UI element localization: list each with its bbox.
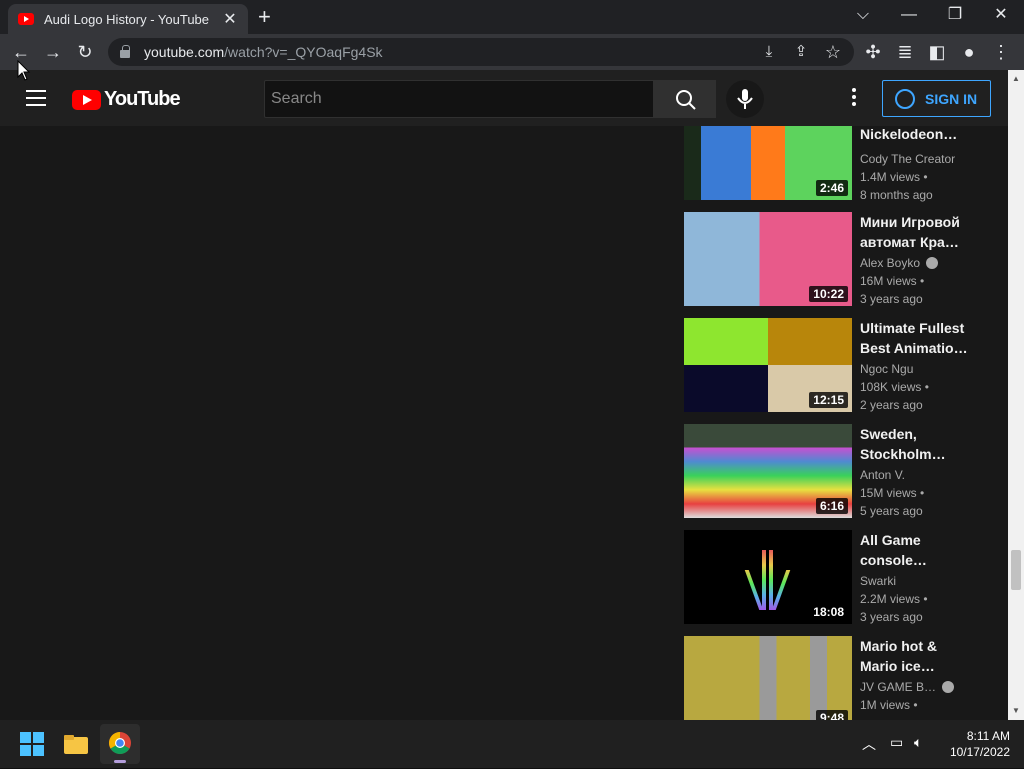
view-count: 1M views • <box>860 698 918 712</box>
minimize-button[interactable]: — <box>886 4 932 26</box>
video-thumbnail[interactable]: 12:15 <box>684 318 852 412</box>
view-count: 15M views • <box>860 486 925 500</box>
close-tab-icon[interactable]: ✕ <box>222 9 238 29</box>
system-clock[interactable]: 8:11 AM 10/17/2022 <box>940 728 1010 760</box>
list-item[interactable]: 6:16 Sweden, Stockholm… Anton V. 15M view… <box>684 424 1004 522</box>
channel-name: Alex Boyko <box>860 256 939 270</box>
install-app-icon[interactable]: ⤓ <box>758 41 780 63</box>
tab-title: Audi Logo History - YouTube <box>44 11 210 27</box>
list-item[interactable]: 12:15 Ultimate Fullest Best Animatio… Ngo… <box>684 318 1004 416</box>
video-title: Ultimate Fullest Best Animatio… <box>860 320 968 356</box>
page-scrollbar[interactable]: ▲ ▼ <box>1008 70 1024 720</box>
verified-icon <box>926 257 939 269</box>
video-thumbnail[interactable]: 6:16 <box>684 424 852 518</box>
lock-icon <box>120 45 130 58</box>
youtube-page: YouTube Search SIGN IN 2:46 Nickelodeon…… <box>0 70 1008 720</box>
channel-name: Swarki <box>860 574 897 588</box>
show-hidden-icons-chevron-icon[interactable]: ︿ <box>862 734 876 754</box>
channel-name: Anton V. <box>860 468 905 482</box>
chrome-menu-icon[interactable]: ⋮ <box>990 41 1012 63</box>
youtube-wordmark: YouTube <box>104 88 181 110</box>
youtube-favicon-icon <box>18 13 34 25</box>
menu-icon[interactable] <box>26 90 46 106</box>
upload-age: 8 months ago <box>860 188 933 202</box>
upload-age: 3 years ago <box>860 292 923 306</box>
video-duration: 6:16 <box>815 498 848 514</box>
share-icon[interactable]: ⇪ <box>790 41 812 63</box>
microphone-icon <box>737 89 753 109</box>
youtube-play-icon <box>72 89 101 110</box>
sign-in-label: SIGN IN <box>925 90 978 107</box>
windows-taskbar: ︿ ▭ 🔈︎ 8:11 AM 10/17/2022 <box>0 720 1024 768</box>
bookmark-star-icon[interactable]: ☆ <box>822 41 844 63</box>
upload-age: 2 years ago <box>860 398 923 412</box>
view-count: 1.4M views • <box>860 170 928 184</box>
channel-name: Cody The Creator <box>860 152 956 166</box>
settings-menu-icon[interactable] <box>844 88 864 108</box>
clock-date: 10/17/2022 <box>949 745 1010 759</box>
volume-icon[interactable]: 🔈︎ <box>914 734 922 751</box>
tab-strip: Audi Logo History - YouTube ✕ + ⌵ — ❐ ✕ <box>0 0 1024 34</box>
url-path: /watch?v=_QYOaqFg4Sk <box>224 44 383 60</box>
video-duration: 9:48 <box>815 710 848 720</box>
video-title: Sweden, Stockholm… <box>860 426 946 462</box>
restore-button[interactable]: ❐ <box>932 4 978 26</box>
scrollbar-thumb[interactable] <box>1011 550 1021 590</box>
tab-search-chevron-icon[interactable]: ⌵ <box>840 4 886 26</box>
extensions-icon[interactable]: ✣ <box>862 41 884 63</box>
view-count: 16M views • <box>860 274 925 288</box>
channel-name: Ngoc Ngu <box>860 362 914 376</box>
video-title: Mario hot & Mario ice… <box>860 638 937 674</box>
youtube-header: YouTube Search SIGN IN <box>0 70 1008 126</box>
channel-name: JV GAME B… <box>860 680 955 694</box>
search-button[interactable] <box>654 80 716 118</box>
side-panel-icon[interactable]: ◧ <box>926 41 948 63</box>
upload-age: 3 years ago <box>860 610 923 624</box>
file-explorer-icon[interactable] <box>60 728 92 760</box>
list-item[interactable]: 2:46 Nickelodeon… Cody The Creator 1.4M … <box>684 122 1004 220</box>
video-duration: 10:22 <box>809 286 848 302</box>
verified-icon <box>942 681 955 693</box>
clock-time: 8:11 AM <box>966 729 1010 743</box>
list-item[interactable]: 18:08 All Game console… Swarki 2.2M views… <box>684 530 1004 628</box>
video-title: Nickelodeon… <box>860 126 958 142</box>
network-icon[interactable]: ▭ <box>890 734 903 751</box>
video-thumbnail[interactable]: 10:22 <box>684 212 852 306</box>
chrome-icon <box>109 732 131 763</box>
forward-button[interactable]: → <box>42 41 64 63</box>
video-thumbnail[interactable]: 2:46 <box>684 126 852 200</box>
view-count: 2.2M views • <box>860 592 928 606</box>
video-thumbnail[interactable]: 9:48 <box>684 636 852 720</box>
video-duration: 18:08 <box>809 604 848 620</box>
url-host: youtube.com <box>144 44 225 60</box>
sign-in-button[interactable]: SIGN IN <box>882 80 991 117</box>
upload-age: 5 years ago <box>860 504 923 518</box>
scroll-up-icon[interactable]: ▲ <box>1012 74 1020 83</box>
reload-button[interactable]: ↻ <box>74 41 96 63</box>
chrome-taskbar-button[interactable] <box>100 724 140 764</box>
address-bar[interactable]: youtube.com/watch?v=_QYOaqFg4Sk <box>108 38 854 66</box>
view-count: 108K views • <box>860 380 929 394</box>
video-duration: 2:46 <box>815 180 848 196</box>
video-duration: 12:15 <box>809 392 848 408</box>
mouse-cursor-icon <box>17 60 31 81</box>
browser-tab[interactable]: Audi Logo History - YouTube ✕ <box>8 4 248 34</box>
youtube-logo[interactable]: YouTube <box>72 88 181 111</box>
video-title: All Game console… <box>860 532 927 568</box>
media-control-icon[interactable]: ≣ <box>894 41 916 63</box>
video-thumbnail[interactable]: 18:08 <box>684 530 852 624</box>
windows-start-icon[interactable] <box>16 728 48 760</box>
search-icon <box>676 90 696 110</box>
video-title: Мини Игровой автомат Кра… <box>860 214 960 250</box>
search-input[interactable]: Search <box>264 80 654 118</box>
profile-icon[interactable]: ● <box>958 41 980 63</box>
voice-search-button[interactable] <box>726 80 764 118</box>
list-item[interactable]: 10:22 Мини Игровой автомат Кра… Alex Boyk… <box>684 212 1004 310</box>
scroll-down-icon[interactable]: ▼ <box>1012 706 1020 715</box>
close-window-button[interactable]: ✕ <box>978 4 1024 26</box>
browser-toolbar: ← → ↻ youtube.com/watch?v=_QYOaqFg4Sk ⤓ … <box>0 34 1024 70</box>
new-tab-button[interactable]: + <box>258 6 271 28</box>
list-item[interactable]: 9:48 Mario hot & Mario ice… JV GAME B… 1M… <box>684 636 1004 720</box>
account-icon <box>895 88 915 109</box>
